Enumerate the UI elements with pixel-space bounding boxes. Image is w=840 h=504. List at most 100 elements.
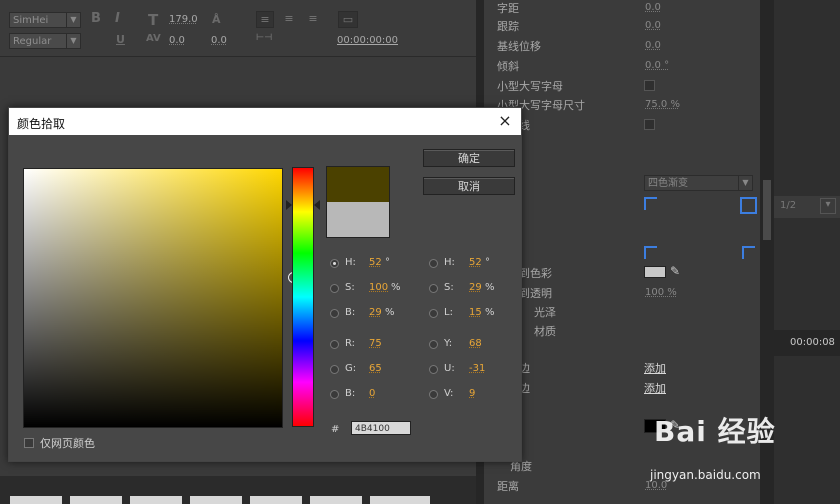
saturation-brightness-field[interactable] [23,168,299,428]
property-value[interactable]: 0.0 [645,20,661,31]
scrollbar-thumb[interactable] [763,180,771,240]
cancel-button[interactable]: 取消 [423,177,515,195]
tracking-icon: Å [212,13,221,26]
rgb-green-radio[interactable] [330,365,339,374]
rgb-green-value[interactable]: 65 [369,363,382,374]
yuv-v-radio[interactable] [429,390,438,399]
add-inner-stroke-link[interactable]: 添加 [644,360,666,376]
color-stop-swatch[interactable] [644,266,666,278]
tab-stops-icon[interactable]: ⊢⊣ [256,33,272,43]
hsl-hue-value[interactable]: 52 [469,257,482,268]
hsl-saturation-radio[interactable] [429,284,438,293]
baidu-watermark: Bai 经验 jingyan.baidu.com [650,410,789,482]
property-label: 字距 [497,2,519,15]
hsl-hue-radio[interactable] [429,259,438,268]
close-icon[interactable]: × [495,111,515,131]
field-unit: ° [485,257,490,268]
background-video-button[interactable]: ▭ [338,11,358,28]
hue-slider[interactable] [292,167,314,427]
property-label: 跟踪 [497,20,519,33]
property-value[interactable]: 0.0 [645,2,661,13]
hsb-hue-value[interactable]: 52 [369,257,382,268]
hue-slider-right-arrow-icon[interactable] [314,200,320,210]
field-label: L: [444,307,453,318]
yuv-y-radio[interactable] [429,340,438,349]
chevron-down-icon: ▼ [738,176,752,190]
align-right-button[interactable]: ≡ [304,11,322,28]
field-label: B: [345,388,356,399]
rgb-blue-radio[interactable] [330,390,339,399]
hsl-lightness-value[interactable]: 15 [469,307,482,318]
property-value[interactable]: 0.0 ° [645,60,669,71]
rgb-red-radio[interactable] [330,340,339,349]
gradient-corner-bottom-right[interactable] [742,246,755,259]
kerning-value[interactable]: 0.0 [169,35,185,46]
hex-input[interactable]: 4B4100 [351,421,411,435]
style-swatch[interactable] [310,496,362,504]
leading-value[interactable]: 0.0 [211,35,227,46]
add-outer-stroke-link[interactable]: 添加 [644,380,666,396]
property-value[interactable]: 100 % [645,287,677,298]
underline-checkbox[interactable] [644,119,655,130]
hsb-brightness-value[interactable]: 29 [369,307,382,318]
property-value[interactable]: 0.0 [645,40,661,51]
new-color-swatch [327,167,389,202]
property-label: 材质 [534,325,556,338]
align-center-button[interactable]: ≡ [280,11,298,28]
gradient-corner-top-left[interactable] [644,197,657,210]
field-unit: % [485,282,495,293]
hex-label: # [331,424,340,435]
style-swatch[interactable] [190,496,242,504]
rgb-red-value[interactable]: 75 [369,338,382,349]
style-swatch[interactable] [10,496,62,504]
watermark-url: jingyan.baidu.com [650,468,761,482]
hsb-hue-radio[interactable] [330,259,339,268]
yuv-y-value[interactable]: 68 [469,338,482,349]
property-label: 基线位移 [497,40,541,53]
text-toolbar: SimHei ▼ Regular ▼ B I U T 179.0 AV 0.0 … [0,0,476,57]
gradient-corner-bottom-left[interactable] [644,246,657,259]
timecode-value[interactable]: 00:00:00:00 [337,35,398,46]
yuv-u-radio[interactable] [429,365,438,374]
underline-icon[interactable]: U [116,33,125,46]
small-caps-checkbox[interactable] [644,80,655,91]
kerning-icon: AV [146,33,161,44]
font-size-value[interactable]: 179.0 [169,14,198,25]
dialog-titlebar[interactable]: 颜色拾取 × [9,108,521,135]
font-family-dropdown[interactable]: SimHei ▼ [9,12,81,28]
field-label: U: [444,363,455,374]
bold-icon[interactable]: B [91,11,101,26]
field-label: H: [444,257,455,268]
hsb-brightness-radio[interactable] [330,309,339,318]
hsb-saturation-radio[interactable] [330,284,339,293]
ok-button[interactable]: 确定 [423,149,515,167]
page-bar: 1/2 ▾ [774,196,840,218]
fill-type-dropdown[interactable]: 四色渐变 ▼ [644,175,753,191]
align-left-button[interactable]: ≡ [256,11,274,28]
style-swatch[interactable] [70,496,122,504]
yuv-u-value[interactable]: -31 [469,363,485,374]
italic-icon[interactable]: I [115,11,120,26]
gradient-corner-top-right[interactable] [740,197,757,214]
property-value[interactable]: 75.0 % [645,99,680,110]
hsl-lightness-radio[interactable] [429,309,438,318]
rgb-blue-value[interactable]: 0 [369,388,375,399]
style-swatch[interactable] [370,496,430,504]
eyedropper-icon[interactable]: ✎ [670,264,680,278]
property-label: 光泽 [534,306,556,319]
page-dropdown[interactable]: ▾ [820,198,836,214]
hue-slider-left-arrow-icon[interactable] [286,200,292,210]
property-label: 小型大写字母 [497,80,563,93]
web-colors-only-checkbox[interactable] [24,438,34,448]
style-swatch[interactable] [250,496,302,504]
chevron-down-icon: ▼ [66,13,80,27]
dialog-title: 颜色拾取 [17,117,66,131]
hsl-saturation-value[interactable]: 29 [469,282,482,293]
yuv-v-value[interactable]: 9 [469,388,475,399]
font-style-dropdown[interactable]: Regular ▼ [9,33,81,49]
hsb-saturation-value[interactable]: 100 [369,282,388,293]
original-color-swatch[interactable] [327,202,389,237]
style-swatch[interactable] [130,496,182,504]
page-indicator: 1/2 [780,200,797,211]
field-label: S: [345,282,355,293]
